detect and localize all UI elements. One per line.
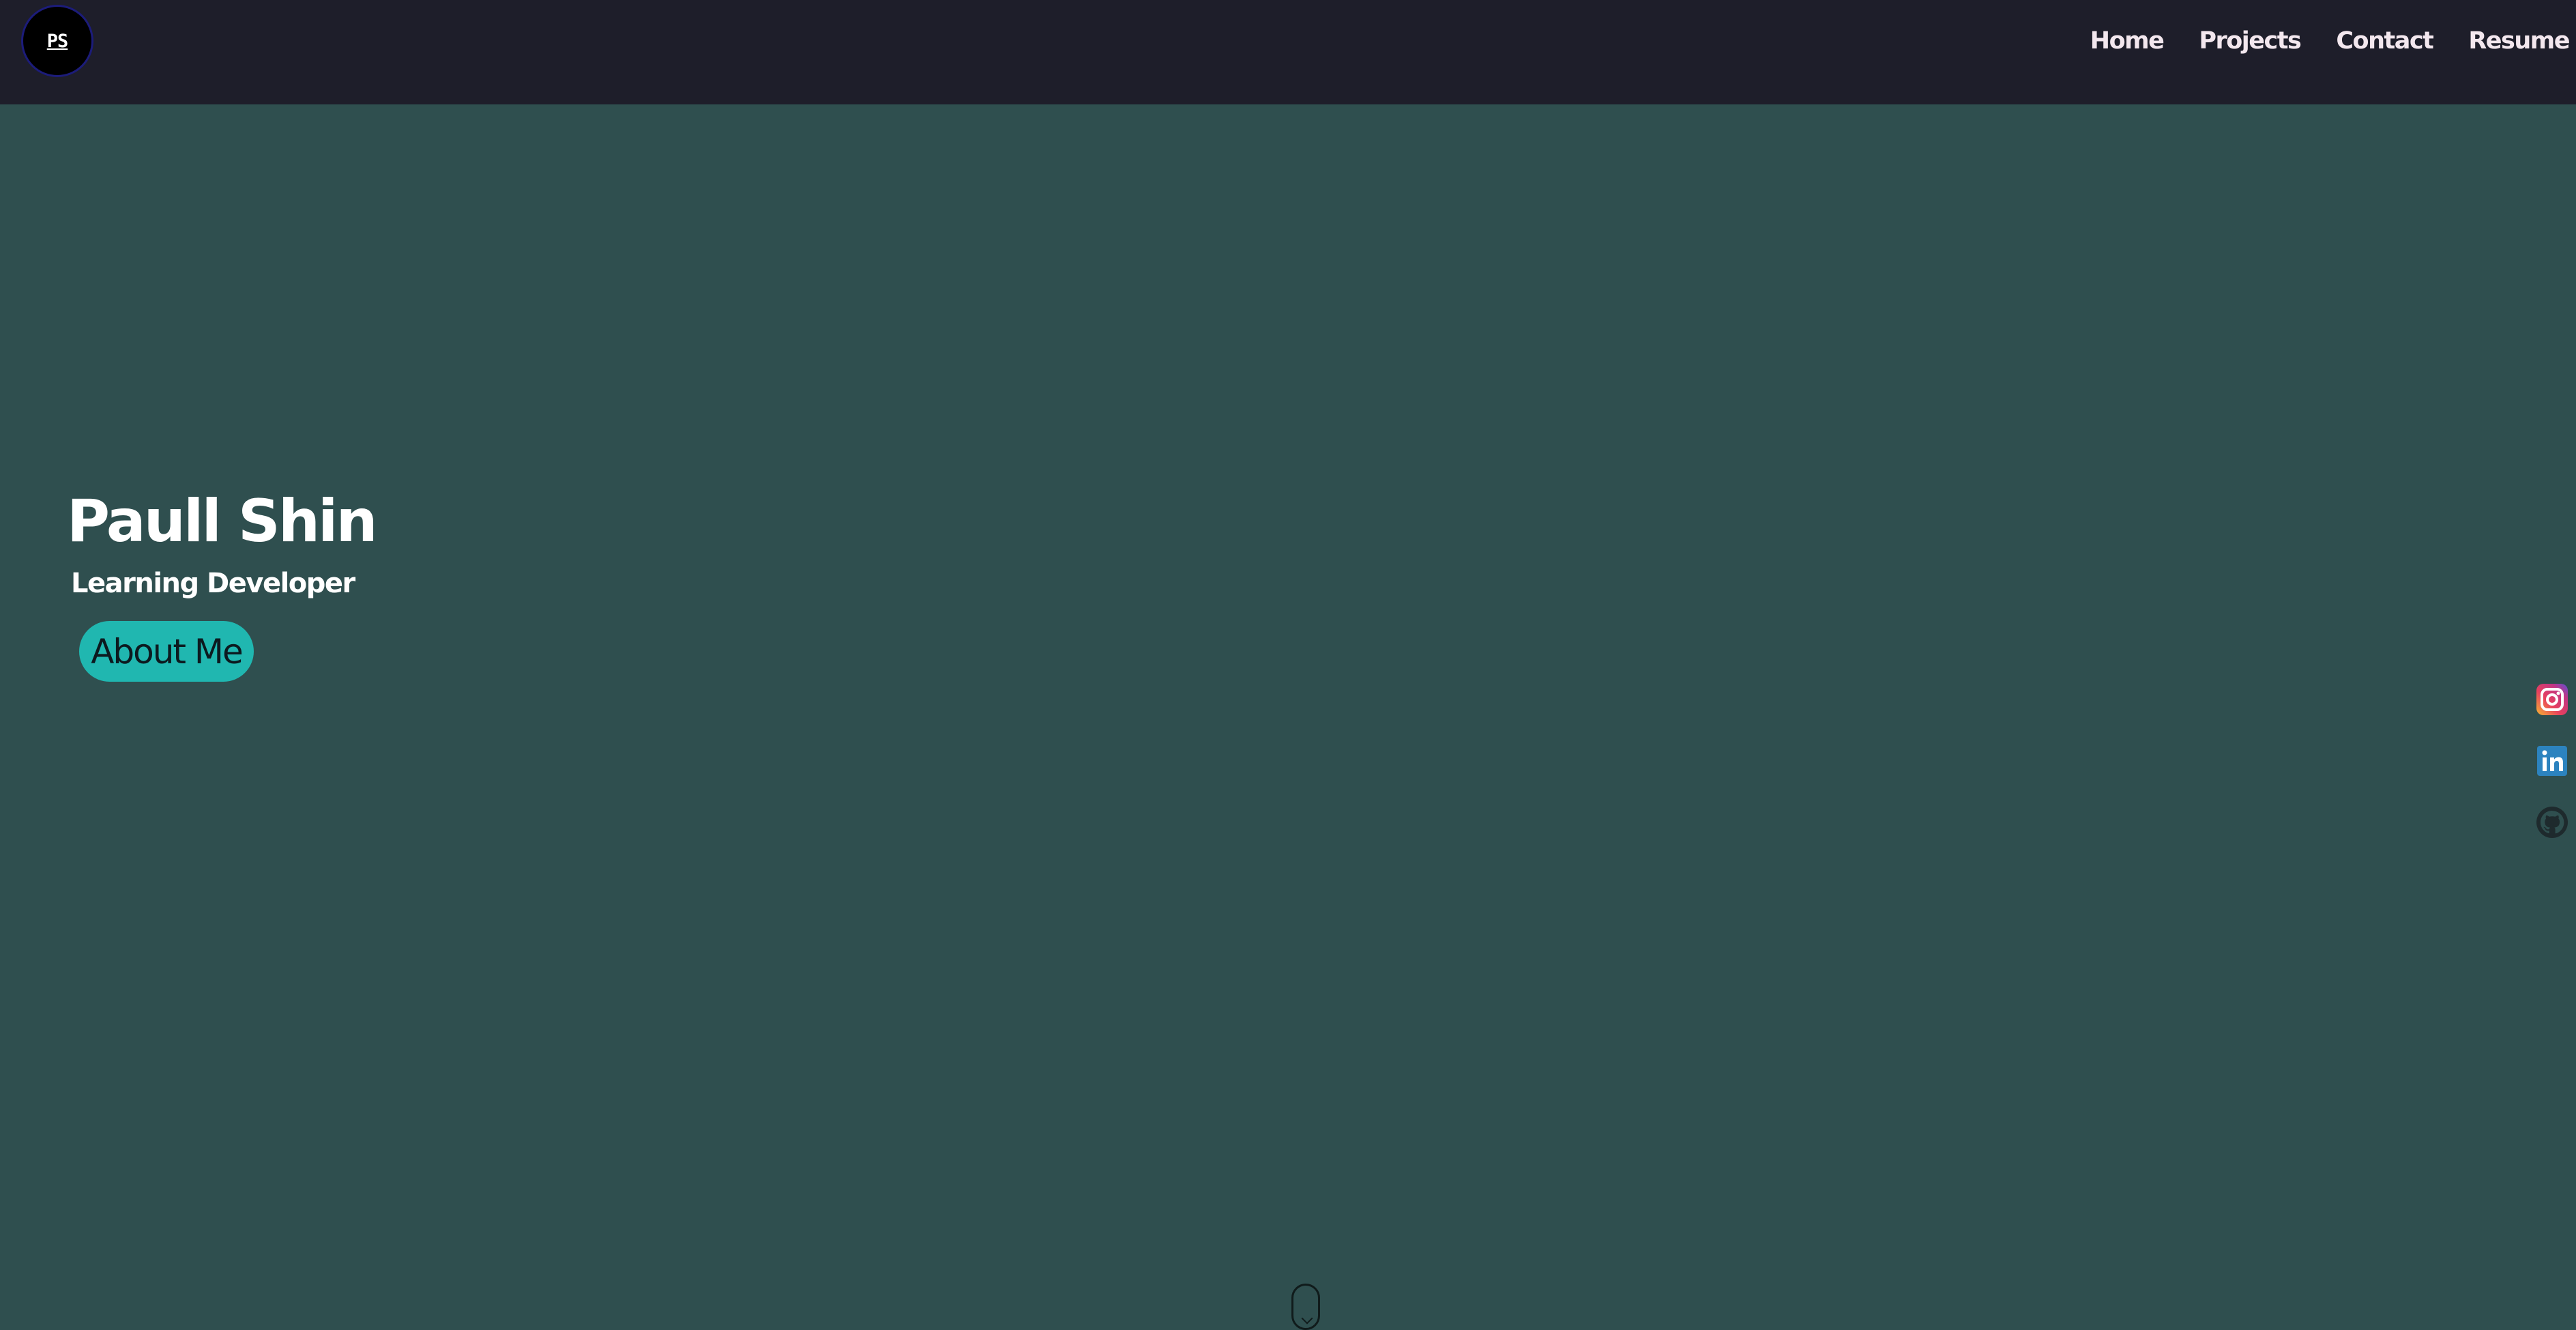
github-icon[interactable] bbox=[2535, 805, 2569, 839]
logo-text: PS bbox=[46, 30, 69, 52]
logo[interactable]: PS bbox=[21, 5, 93, 77]
hero-section: Paull Shin Learning Developer About Me bbox=[0, 104, 2576, 1330]
top-navbar: PS Home Projects Contact Resume bbox=[0, 0, 2576, 104]
instagram-icon[interactable] bbox=[2535, 682, 2569, 717]
nav-link-projects[interactable]: Projects bbox=[2199, 27, 2302, 55]
about-me-button[interactable]: About Me bbox=[79, 621, 254, 682]
hero-subtitle: Learning Developer bbox=[71, 568, 355, 599]
scroll-down-icon[interactable] bbox=[1291, 1284, 1320, 1330]
nav-link-home[interactable]: Home bbox=[2090, 27, 2165, 55]
linkedin-icon[interactable] bbox=[2535, 744, 2569, 778]
nav-link-resume[interactable]: Resume bbox=[2468, 27, 2570, 55]
nav-link-contact[interactable]: Contact bbox=[2336, 27, 2433, 55]
nav-menu: Home Projects Contact Resume bbox=[2055, 0, 2571, 82]
hero-name: Paull Shin bbox=[67, 487, 378, 555]
